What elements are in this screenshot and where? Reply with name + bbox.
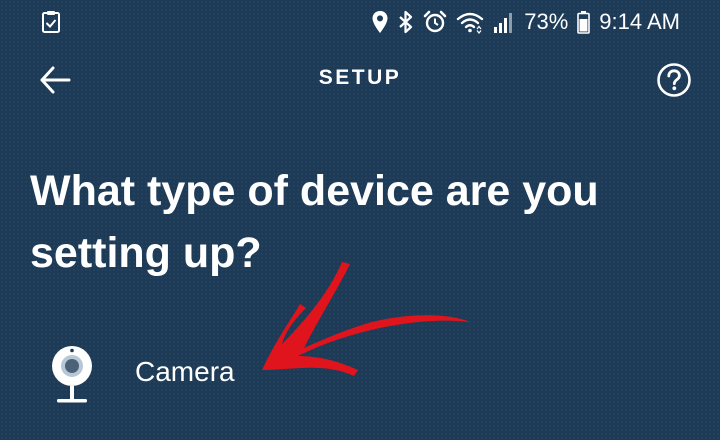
location-pin-icon [372, 11, 388, 33]
signal-icon [494, 13, 513, 33]
bluetooth-icon [399, 10, 413, 34]
app-header: SETUP [0, 52, 720, 108]
status-bar: 73% 9:14 AM [0, 0, 720, 44]
alarm-clock-icon [423, 10, 447, 33]
page-title: SETUP [318, 66, 402, 89]
wifi-icon [457, 12, 484, 34]
clock-time: 9:14 AM [599, 9, 680, 34]
status-indicators: 73% 9:14 AM [371, 8, 680, 36]
battery-icon [577, 11, 591, 34]
setup-question-heading: What type of device are you setting up? [30, 167, 599, 277]
setup-screen: 73% 9:14 AM SETUP What type of device ar… [0, 0, 720, 440]
camera-option-label: Camera [135, 356, 235, 387]
help-icon[interactable] [656, 62, 692, 98]
battery-percent: 73% [524, 9, 569, 34]
device-option-camera[interactable]: Camera [40, 336, 300, 416]
camera-icon [52, 346, 92, 403]
clipboard-check-icon [42, 11, 60, 33]
